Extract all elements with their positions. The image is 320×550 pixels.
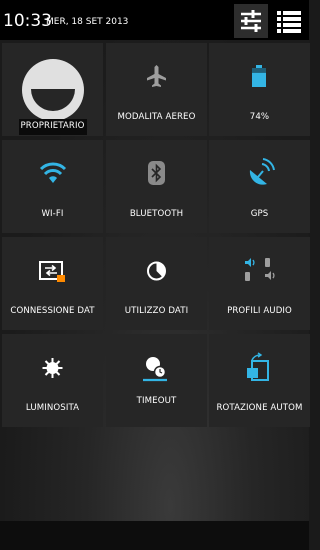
- tile-label: CONNESSIONE DAT: [10, 306, 95, 316]
- tile-data-connection[interactable]: CONNESSIONE DAT: [2, 237, 103, 330]
- tile-label: BLUETOOTH: [129, 209, 184, 219]
- gps-satellite-icon: [249, 158, 275, 185]
- tile-label: PROPRIETARIO: [20, 121, 85, 131]
- tile-label: GPS: [250, 209, 269, 219]
- tile-label: LUMINOSITÀ: [25, 403, 80, 413]
- timeout-clock-icon: [143, 357, 167, 382]
- tile-gps[interactable]: GPS: [209, 140, 310, 233]
- bottom-bar: [0, 521, 309, 550]
- tile-wifi[interactable]: WI-FI: [2, 140, 103, 233]
- notifications-toggle-button[interactable]: [272, 4, 306, 38]
- tile-label: WI-FI: [41, 209, 64, 219]
- airplane-icon: [147, 65, 166, 87]
- data-connection-icon: [39, 261, 65, 282]
- clock: 10:33: [3, 11, 52, 31]
- battery-icon: [252, 65, 266, 87]
- bluetooth-icon: [148, 161, 165, 185]
- notification-list-icon: [277, 11, 301, 33]
- tile-label: MODALITÀ AEREO: [117, 112, 196, 122]
- tile-label: TIMEOUT: [136, 396, 177, 406]
- auto-rotate-icon: [247, 352, 269, 381]
- tile-label: 74%: [249, 112, 270, 122]
- sun-brightness-icon: [42, 358, 63, 378]
- tile-brightness[interactable]: LUMINOSITÀ: [2, 334, 103, 427]
- tile-data-usage[interactable]: UTILIZZO DATI: [106, 237, 207, 330]
- tile-label: ROTAZIONE AUTOM: [216, 403, 303, 413]
- tile-label: UTILIZZO DATI: [124, 306, 189, 316]
- tile-auto-rotate[interactable]: ROTAZIONE AUTOM: [209, 334, 310, 427]
- tile-bluetooth[interactable]: BLUETOOTH: [106, 140, 207, 233]
- status-bar: 10:33 MER, 18 SET 2013: [0, 0, 309, 40]
- settings-sliders-icon: [241, 10, 261, 32]
- tile-battery[interactable]: 74%: [209, 43, 310, 136]
- data-usage-pie-icon: [147, 261, 166, 281]
- tile-timeout[interactable]: TIMEOUT: [106, 334, 207, 427]
- audio-profiles-icon: [245, 258, 275, 281]
- date: MER, 18 SET 2013: [46, 17, 129, 27]
- tile-airplane-mode[interactable]: MODALITÀ AEREO: [106, 43, 207, 136]
- tile-label: PROFILI AUDIO: [227, 306, 292, 316]
- wifi-icon: [39, 162, 67, 183]
- tile-profile[interactable]: PROPRIETARIO: [2, 43, 103, 136]
- tile-audio-profiles[interactable]: PROFILI AUDIO: [209, 237, 310, 330]
- quick-settings-toggle-button[interactable]: [234, 4, 268, 38]
